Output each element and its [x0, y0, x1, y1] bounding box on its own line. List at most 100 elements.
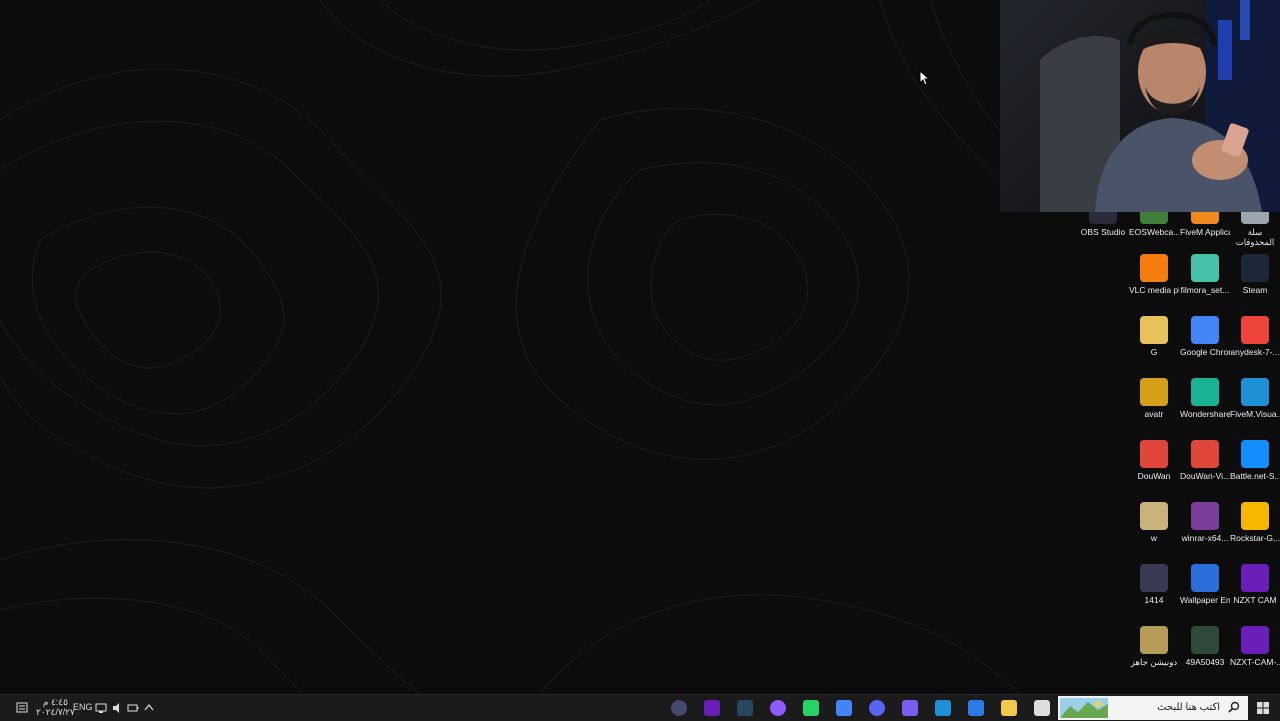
desktop-icon[interactable]: VLC media player: [1129, 254, 1179, 295]
filmora-icon: [1191, 378, 1219, 406]
edge-taskbar-button[interactable]: [932, 698, 954, 718]
search-placeholder: اكتب هنا للبحث: [1157, 702, 1220, 713]
chrome-icon: [836, 700, 852, 716]
discord-taskbar-button[interactable]: [866, 698, 888, 718]
nzxt-installer-icon: [1241, 626, 1269, 654]
desktop-icon[interactable]: Google Chrome: [1180, 316, 1230, 357]
desktop-icon[interactable]: Rockstar-G...: [1230, 502, 1280, 543]
chevron-up-icon[interactable]: [144, 699, 154, 717]
desktop-icon[interactable]: DouWan-Vi...: [1180, 440, 1230, 481]
battery-icon[interactable]: [127, 699, 139, 717]
desktop-icon-label: EOSWebca...: [1129, 227, 1179, 237]
desktop-icon-label: Wallpaper Engine: [1180, 595, 1230, 605]
desktop-icon-label: Wondershare Filmora 14: [1180, 409, 1230, 419]
desktop-icon-label: 49A50493: [1185, 657, 1225, 667]
media-taskbar-button[interactable]: [668, 698, 690, 718]
edge-icon: [935, 700, 951, 716]
notifications-icon[interactable]: [16, 699, 28, 717]
anydesk-icon: [1241, 316, 1269, 344]
folder-icon: [1140, 626, 1168, 654]
desktop-icon-label: w: [1150, 533, 1158, 543]
desktop-icon[interactable]: NZXT CAM: [1230, 564, 1280, 605]
desktop-icon[interactable]: NZXT-CAM-...: [1230, 626, 1280, 667]
desktop-icon-label: winrar-x64...: [1181, 533, 1229, 543]
desktop-icon[interactable]: Wondershare Filmora 14: [1180, 378, 1230, 419]
search-icon: [1228, 701, 1240, 713]
winrar-icon: [1191, 502, 1219, 530]
desktop-icon-label: دونيشن جاهز: [1130, 657, 1178, 667]
desktop-icon-label: FiveM.Visua...: [1230, 409, 1280, 419]
search-highlight-image: [1060, 698, 1108, 718]
rockstar-icon: [1241, 502, 1269, 530]
desktop-icon[interactable]: FiveM.Visua...: [1230, 378, 1280, 419]
start-button[interactable]: [1256, 699, 1270, 717]
store-taskbar-button[interactable]: [965, 698, 987, 718]
image-file-icon: [1191, 626, 1219, 654]
discord-icon: [869, 700, 885, 716]
desktop-icon[interactable]: دونيشن جاهز: [1129, 626, 1179, 667]
taskbar: ٤:٤٥ م ٢٠٢٤/٧/٢٧ ENG اكتب هنا للبحث: [0, 694, 1280, 721]
battlenet-icon: [1241, 440, 1269, 468]
vlc-icon: [1140, 254, 1168, 282]
desktop-icon-label: DouWan-Vi...: [1180, 471, 1230, 481]
desktop-icon-label: Google Chrome: [1180, 347, 1230, 357]
image-file-icon: [1140, 564, 1168, 592]
taskview-taskbar-button[interactable]: [1031, 698, 1053, 718]
desktop-icon[interactable]: anydesk-7-...: [1230, 316, 1280, 357]
desktop[interactable]: OBS StudioEOSWebca...FiveM Applicati... س…: [0, 0, 1280, 694]
desktop-icon-label: OBS Studio: [1080, 227, 1126, 237]
language-indicator[interactable]: ENG: [73, 702, 93, 720]
desktop-icon[interactable]: Steam: [1230, 254, 1280, 295]
desktop-icon[interactable]: w: [1129, 502, 1179, 543]
desktop-icon[interactable]: DouWan: [1129, 440, 1179, 481]
steam-icon: [1241, 254, 1269, 282]
desktop-icon-label: FiveM Applicati...: [1180, 227, 1230, 237]
desktop-icon[interactable]: 49A50493: [1180, 626, 1230, 667]
desktop-icon-label: Rockstar-G...: [1230, 533, 1280, 543]
desktop-icon[interactable]: G: [1129, 316, 1179, 357]
desktop-icon-label: filmora_set...: [1180, 285, 1230, 295]
desktop-icon[interactable]: 1414: [1129, 564, 1179, 605]
desktop-icon-label: Steam: [1242, 285, 1268, 295]
chrome-icon: [1191, 316, 1219, 344]
chrome-taskbar-button[interactable]: [833, 698, 855, 718]
desktop-icon-label: NZXT CAM: [1233, 595, 1277, 605]
desktop-icon[interactable]: Wallpaper Engine: [1180, 564, 1230, 605]
steam-icon: [737, 700, 753, 716]
twitch-like-taskbar-button[interactable]: [767, 698, 789, 718]
douwan-installer-icon: [1191, 440, 1219, 468]
clock-date: ٢٠٢٤/٧/٢٧: [36, 707, 75, 717]
search-input[interactable]: اكتب هنا للبحث: [1058, 696, 1248, 720]
copilot-taskbar-button[interactable]: [899, 698, 921, 718]
copilot-icon: [902, 700, 918, 716]
twitch-like-icon: [770, 700, 786, 716]
avatr-icon: [1140, 378, 1168, 406]
nzxt-icon: [1241, 564, 1269, 592]
desktop-icon-label: G: [1150, 347, 1158, 357]
desktop-icon-label: avatr: [1144, 409, 1164, 419]
douwan-icon: [1140, 440, 1168, 468]
volume-icon[interactable]: [111, 699, 123, 717]
wallpaper-engine-icon: [1191, 564, 1219, 592]
nzxt-taskbar-button[interactable]: [701, 698, 723, 718]
desktop-icon-label: VLC media player: [1129, 285, 1179, 295]
clock[interactable]: ٤:٤٥ م ٢٠٢٤/٧/٢٧: [36, 697, 75, 717]
network-icon[interactable]: [95, 699, 107, 717]
desktop-icon-label: سلة المحذوفات: [1235, 227, 1275, 247]
whatsapp-taskbar-button[interactable]: [800, 698, 822, 718]
file-explorer-icon: [1001, 700, 1017, 716]
filmora-setup-icon: [1191, 254, 1219, 282]
clock-time: ٤:٤٥ م: [42, 697, 68, 707]
folder-icon: [1140, 316, 1168, 344]
file-explorer-taskbar-button[interactable]: [998, 698, 1020, 718]
desktop-icon[interactable]: filmora_set...: [1180, 254, 1230, 295]
desktop-icon-label: NZXT-CAM-...: [1230, 657, 1280, 667]
steam-taskbar-button[interactable]: [734, 698, 756, 718]
desktop-icon[interactable]: winrar-x64...: [1180, 502, 1230, 543]
edge-icon: [1241, 378, 1269, 406]
desktop-icon[interactable]: Battle.net-S...: [1230, 440, 1280, 481]
desktop-icon[interactable]: avatr: [1129, 378, 1179, 419]
nzxt-icon: [704, 700, 720, 716]
media-icon: [671, 700, 687, 716]
desktop-icon-label: anydesk-7-...: [1230, 347, 1280, 357]
